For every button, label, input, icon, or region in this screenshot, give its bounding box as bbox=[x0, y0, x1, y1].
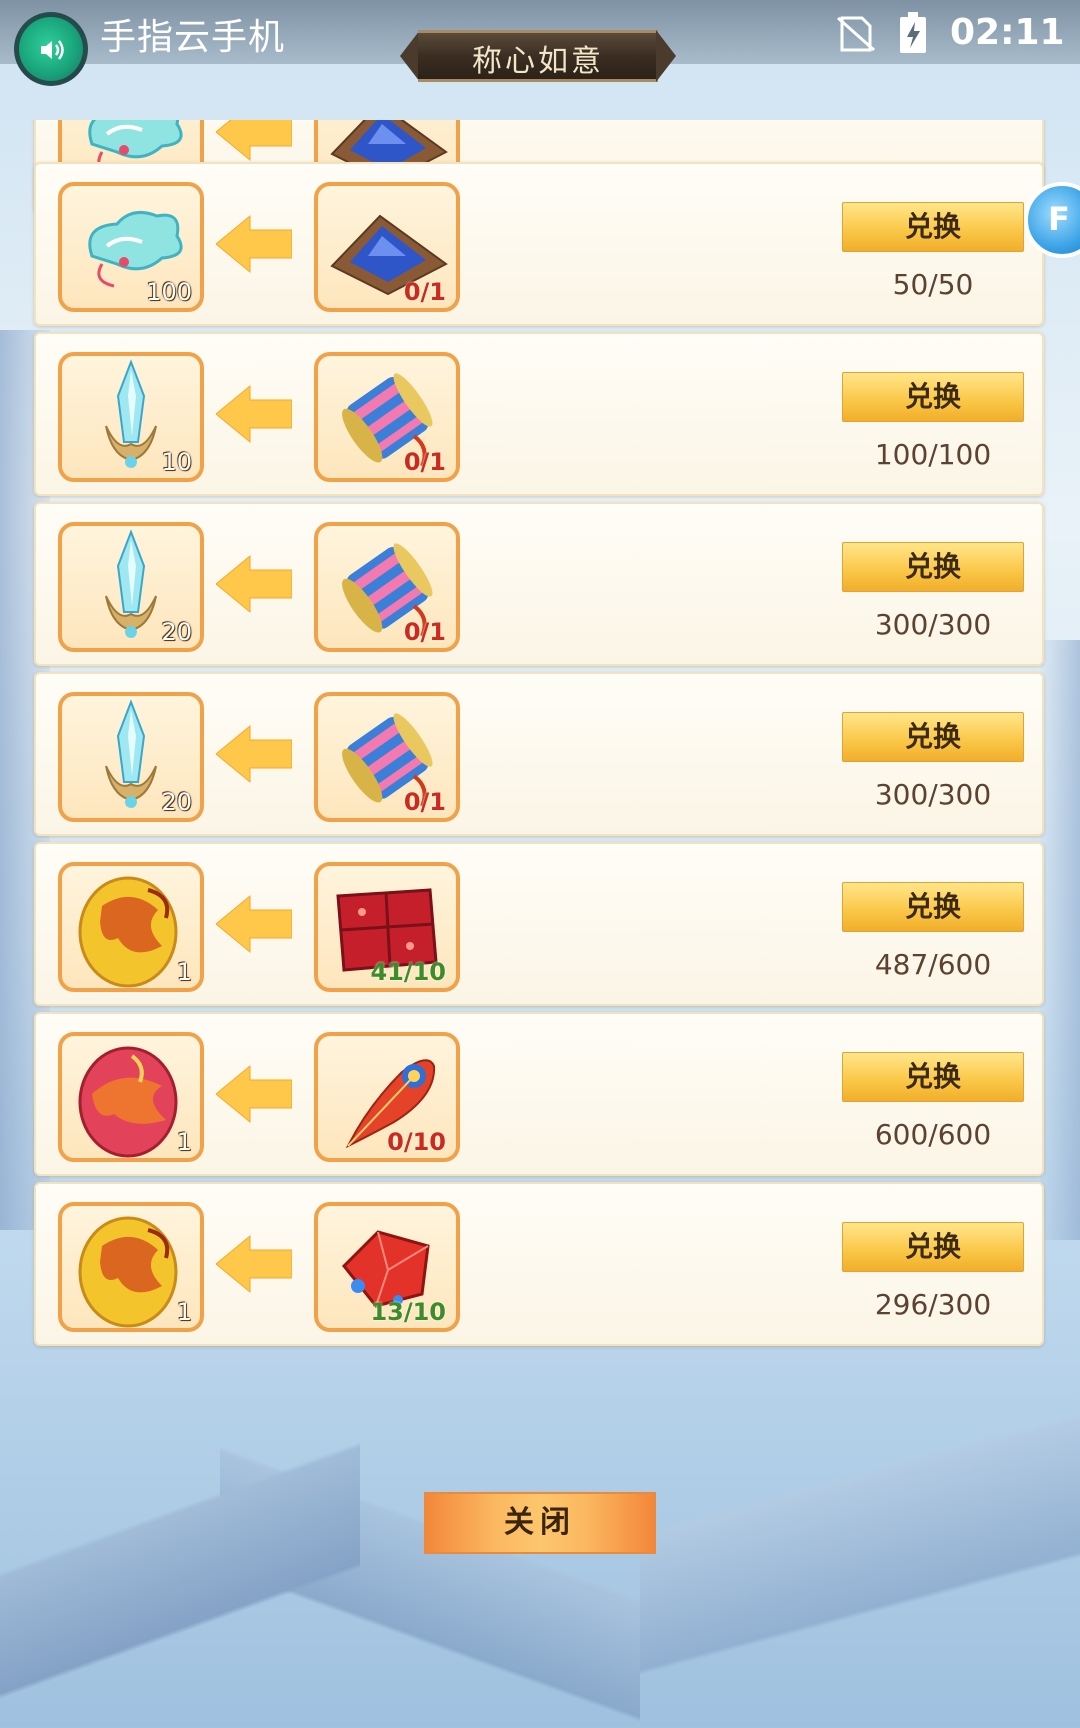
cost-item-slot[interactable]: 0/1 bbox=[314, 182, 460, 312]
cost-progress: 41/10 bbox=[370, 958, 446, 986]
exchange-arrow-icon bbox=[215, 1234, 293, 1294]
reward-count: 20 bbox=[161, 618, 192, 646]
reward-item-slot[interactable]: 20 bbox=[58, 692, 204, 822]
exchange-row: 10 0/1 兑换 100/100 bbox=[34, 332, 1044, 496]
cost-progress: 0/1 bbox=[403, 618, 446, 646]
cost-progress: 0/10 bbox=[387, 1128, 446, 1156]
exchange-button[interactable]: 兑换 bbox=[842, 882, 1024, 932]
floating-assistant-button[interactable] bbox=[14, 12, 88, 86]
reward-item-slot[interactable]: 1 bbox=[58, 1202, 204, 1332]
cost-progress: 0/1 bbox=[403, 788, 446, 816]
reward-item-slot[interactable]: 10 bbox=[58, 352, 204, 482]
exchange-arrow-icon bbox=[215, 1064, 293, 1124]
exchange-button[interactable]: 兑换 bbox=[842, 1222, 1024, 1272]
reward-count: 1 bbox=[176, 958, 192, 986]
exchange-row: 20 0/1 兑换 300/300 bbox=[34, 672, 1044, 836]
cost-item-slot[interactable]: 41/10 bbox=[314, 862, 460, 992]
close-button[interactable]: 关闭 bbox=[424, 1492, 656, 1554]
cost-progress: 0/1 bbox=[403, 278, 446, 306]
exchange-limit: 100/100 bbox=[874, 438, 992, 471]
reward-item-slot[interactable]: 1 bbox=[58, 1032, 204, 1162]
no-sim-icon bbox=[836, 16, 876, 56]
dialog-title: 称心如意 bbox=[472, 44, 604, 79]
exchange-row: 1 13/10 兑换 296/300 bbox=[34, 1182, 1044, 1346]
exchange-arrow-icon bbox=[215, 894, 293, 954]
cost-item-slot[interactable]: 0/10 bbox=[314, 1032, 460, 1162]
exchange-limit: 300/300 bbox=[874, 608, 992, 641]
reward-count: 1 bbox=[176, 1128, 192, 1156]
reward-count: 1 bbox=[176, 1298, 192, 1326]
cost-item-slot[interactable]: 0/1 bbox=[314, 352, 460, 482]
exchange-list[interactable]: 0/1 100 0/1 兑换 50/50 10 bbox=[0, 120, 1080, 1460]
exchange-button[interactable]: 兑换 bbox=[842, 542, 1024, 592]
exchange-row: 1 0/10 兑换 600/600 bbox=[34, 1012, 1044, 1176]
reward-item-slot[interactable]: 20 bbox=[58, 522, 204, 652]
reward-count: 100 bbox=[146, 278, 192, 306]
speaker-icon bbox=[41, 40, 64, 60]
exchange-button[interactable]: 兑换 bbox=[842, 372, 1024, 422]
exchange-row: 20 0/1 兑换 300/300 bbox=[34, 502, 1044, 666]
reward-count: 10 bbox=[161, 448, 192, 476]
cost-progress: 0/1 bbox=[403, 448, 446, 476]
exchange-limit: 296/300 bbox=[874, 1288, 992, 1321]
cost-progress: 13/10 bbox=[370, 1298, 446, 1326]
reward-count: 20 bbox=[161, 788, 192, 816]
exchange-limit: 600/600 bbox=[874, 1118, 992, 1151]
app-name: 手指云手机 bbox=[100, 17, 286, 58]
cost-item-slot[interactable]: 0/1 bbox=[314, 692, 460, 822]
status-clock: 02:11 bbox=[950, 12, 1065, 53]
exchange-button[interactable]: 兑换 bbox=[842, 202, 1024, 252]
exchange-limit: 50/50 bbox=[892, 268, 974, 301]
exchange-arrow-icon bbox=[215, 554, 293, 614]
dialog-title-plaque: 称心如意 bbox=[400, 24, 676, 88]
exchange-arrow-icon bbox=[215, 724, 293, 784]
reward-item-slot[interactable]: 1 bbox=[58, 862, 204, 992]
battery-charging-icon bbox=[898, 12, 928, 58]
exchange-button[interactable]: 兑换 bbox=[842, 1052, 1024, 1102]
exchange-arrow-icon bbox=[215, 214, 293, 274]
cost-item-slot[interactable]: 13/10 bbox=[314, 1202, 460, 1332]
reward-item-slot[interactable]: 100 bbox=[58, 182, 204, 312]
exchange-arrow-icon bbox=[215, 384, 293, 444]
exchange-row: 100 0/1 兑换 50/50 bbox=[34, 162, 1044, 326]
cost-item-slot[interactable]: 0/1 bbox=[314, 522, 460, 652]
exchange-limit: 487/600 bbox=[874, 948, 992, 981]
exchange-arrow-icon bbox=[215, 120, 293, 162]
exchange-limit: 300/300 bbox=[874, 778, 992, 811]
exchange-row: 1 41/10 兑换 487/600 bbox=[34, 842, 1044, 1006]
exchange-button[interactable]: 兑换 bbox=[842, 712, 1024, 762]
